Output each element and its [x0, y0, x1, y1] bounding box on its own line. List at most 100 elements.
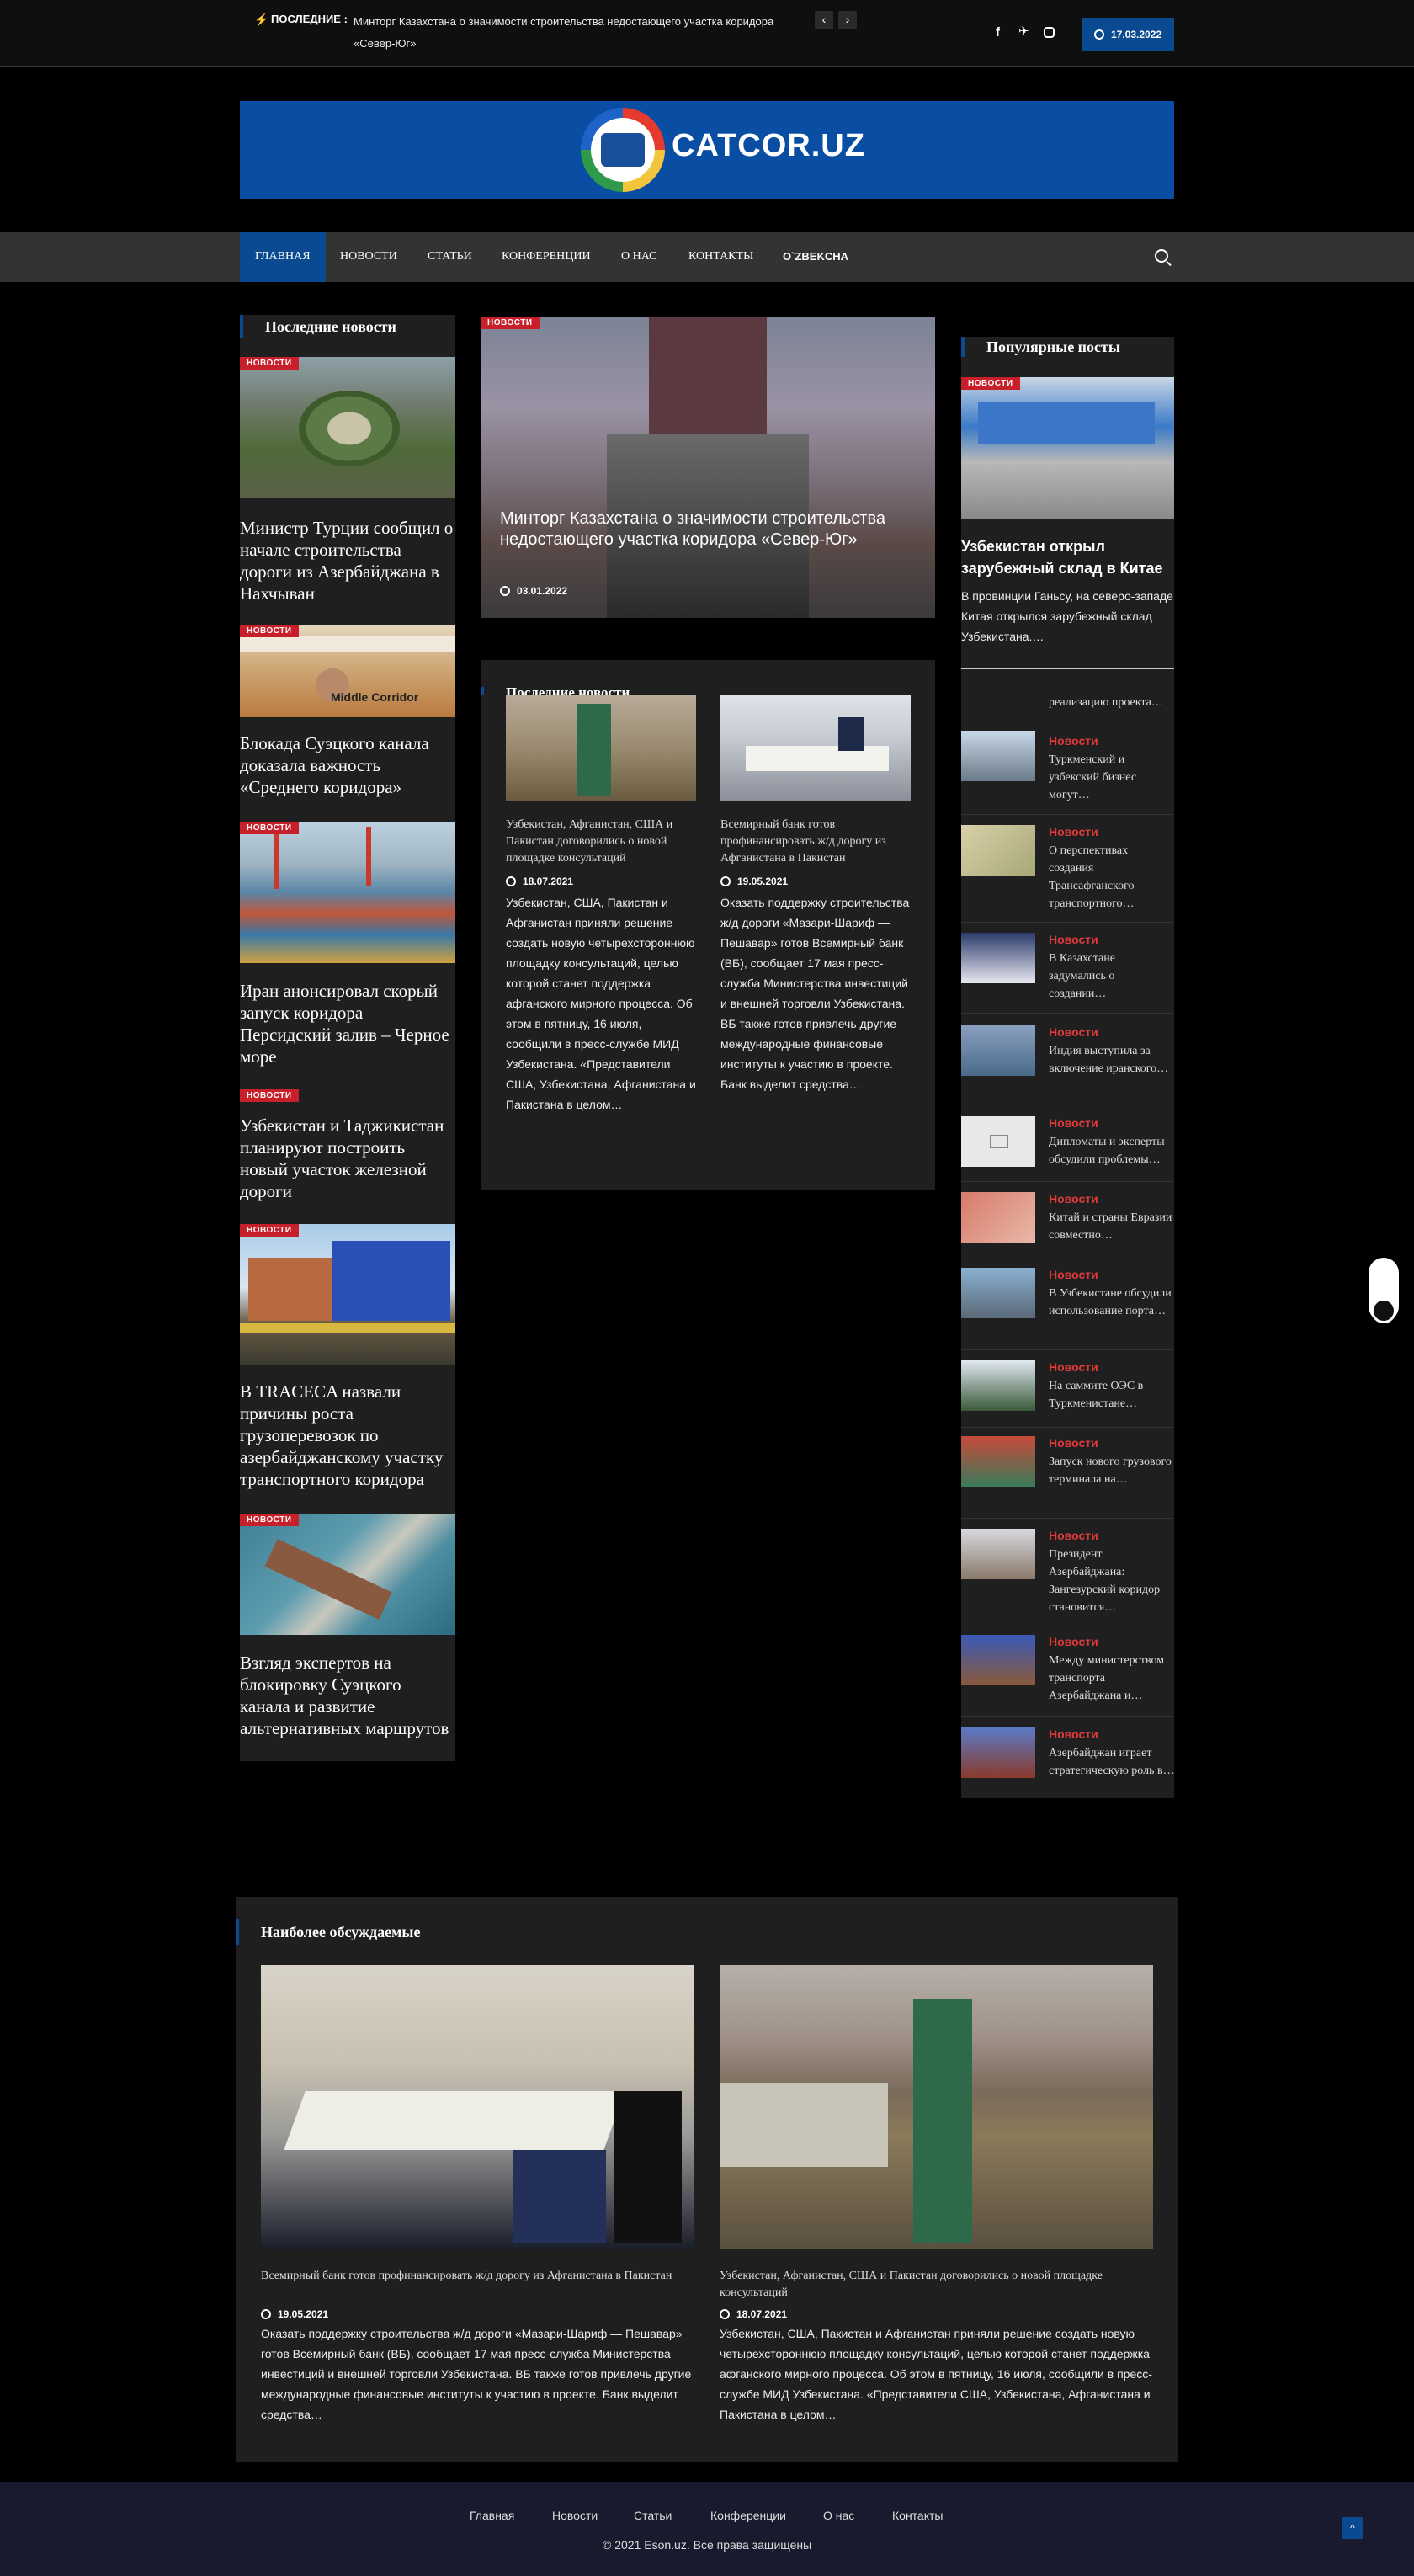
middle-news-title: Последние новости — [481, 687, 630, 695]
popular-item-4[interactable]: Индия выступила за включение иранского… — [1049, 1042, 1175, 1078]
popular-item-category[interactable]: Новости — [1049, 1116, 1098, 1130]
featured-date-text: 03.01.2022 — [517, 585, 568, 597]
popular-item-category[interactable]: Новости — [1049, 1192, 1098, 1206]
popular-item-category[interactable]: Новости — [1049, 734, 1098, 748]
featured-title[interactable]: Минторг Казахстана о значимости строител… — [500, 508, 921, 551]
popular-item-12[interactable]: Азербайджан играет стратегическую роль в… — [1049, 1744, 1175, 1795]
discussed-image-meeting[interactable] — [261, 1965, 694, 2249]
footer-link-conferences[interactable]: Конференции — [710, 2509, 786, 2522]
news-badge: НОВОСТИ — [240, 1224, 299, 1237]
search-icon[interactable] — [1155, 249, 1168, 263]
card-image-meeting[interactable] — [720, 695, 911, 801]
popular-item-6[interactable]: Китай и страны Евразии совместно… — [1049, 1209, 1175, 1244]
discussed-card-date-2: 18.07.2021 — [720, 2308, 787, 2320]
footer-link-articles[interactable]: Статьи — [634, 2509, 672, 2522]
back-to-top-button[interactable]: ^ — [1342, 2517, 1364, 2539]
footer-link-home[interactable]: Главная — [470, 2509, 514, 2522]
popular-thumb[interactable] — [961, 1529, 1035, 1579]
popular-item-7[interactable]: В Узбекистане обсудили использование пор… — [1049, 1285, 1175, 1320]
popular-badge: НОВОСТИ — [961, 377, 1020, 390]
popular-thumb[interactable] — [961, 1192, 1035, 1243]
nav-item-contacts[interactable]: Контакты — [673, 232, 768, 282]
container-shape — [248, 1258, 332, 1321]
nav-item-home[interactable]: Главная — [240, 232, 326, 282]
news-image-ship[interactable] — [240, 1514, 455, 1635]
bolt-icon: ⚡ — [254, 13, 269, 26]
news-badge: НОВОСТИ — [240, 822, 299, 834]
popular-item-category[interactable]: Новости — [1049, 1635, 1098, 1648]
popular-item-9[interactable]: Запуск нового грузового терминала на… — [1049, 1453, 1175, 1488]
latest-news-item-3[interactable]: Иран анонсировал скорый запуск коридора … — [240, 980, 455, 1067]
featured-image[interactable] — [481, 317, 935, 618]
popular-item-10[interactable]: Президент Азербайджана: Зангезурский кор… — [1049, 1546, 1175, 1616]
featured-badge: НОВОСТИ — [481, 317, 540, 329]
latest-news-item-1[interactable]: Министр Турции сообщил о начале строител… — [240, 517, 455, 604]
latest-news-item-6[interactable]: Взгляд экспертов на блокировку Суэцкого … — [240, 1652, 455, 1739]
nav-item-conferences[interactable]: Конференции — [486, 232, 606, 282]
news-image-conference[interactable]: Middle Corridor — [240, 625, 455, 717]
popular-thumb[interactable] — [961, 1635, 1035, 1685]
news-image-train[interactable] — [240, 1224, 455, 1365]
popular-item-5[interactable]: Дипломаты и эксперты обсудили проблемы… — [1049, 1133, 1175, 1168]
popular-item-category[interactable]: Новости — [1049, 1025, 1098, 1039]
popular-item-category[interactable]: Новости — [1049, 933, 1098, 946]
popular-main-image[interactable] — [961, 377, 1174, 519]
footer-link-news[interactable]: Новости — [552, 2509, 598, 2522]
middle-card-title-2[interactable]: Всемирный банк готов профинансировать ж/… — [720, 817, 911, 867]
popular-thumb[interactable] — [961, 1116, 1035, 1167]
date-button[interactable]: 17.03.2022 — [1082, 18, 1174, 51]
popular-item-2[interactable]: О перспективах создания Трансафганского … — [1049, 842, 1175, 913]
discussed-image-refugee[interactable] — [720, 1965, 1153, 2249]
wagon-shape — [240, 1323, 455, 1333]
middle-card-title-1[interactable]: Узбекистан, Афганистан, США и Пакистан д… — [506, 817, 696, 867]
news-image-port[interactable] — [240, 822, 455, 963]
popular-item-3[interactable]: В Казахстане задумались о создании… — [1049, 950, 1175, 1003]
popular-thumb[interactable] — [961, 731, 1035, 781]
scroll-icon[interactable] — [1371, 1298, 1396, 1323]
popular-main-title[interactable]: Узбекистан открыл зарубежный склад в Кит… — [961, 535, 1174, 579]
popular-thumb[interactable] — [961, 933, 1035, 983]
clock-icon — [261, 2309, 271, 2319]
nav-item-uzbek[interactable]: O`zbekcha — [768, 232, 864, 282]
ship-shape — [264, 1538, 392, 1621]
latest-news-item-5[interactable]: В TRACECA назвали причины роста грузопер… — [240, 1381, 455, 1490]
discussed-card-title-2[interactable]: Узбекистан, Афганистан, США и Пакистан д… — [720, 2268, 1153, 2302]
popular-item-category[interactable]: Новости — [1049, 1436, 1098, 1450]
latest-news-item-4[interactable]: Узбекистан и Таджикистан планируют постр… — [240, 1115, 455, 1202]
footer-link-about[interactable]: О нас — [823, 2509, 854, 2522]
popular-thumb[interactable] — [961, 1360, 1035, 1411]
popular-item-8[interactable]: На саммите ОЭС в Туркменистане… — [1049, 1377, 1175, 1413]
footer-link-contacts[interactable]: Контакты — [892, 2509, 943, 2522]
popular-item-category[interactable]: Новости — [1049, 1529, 1098, 1542]
ticker-link[interactable]: Минторг Казахстана о значимости строител… — [354, 11, 808, 55]
telegram-icon[interactable]: ✈ — [1018, 24, 1029, 39]
popular-thumb[interactable] — [961, 825, 1035, 876]
popular-thumb[interactable] — [961, 1436, 1035, 1487]
popular-item-category[interactable]: Новости — [1049, 1360, 1098, 1374]
logo-text[interactable]: CATCOR.UZ — [672, 128, 865, 164]
nav-item-articles[interactable]: Статьи — [412, 232, 487, 282]
instagram-icon[interactable] — [1044, 27, 1055, 38]
popular-thumb[interactable] — [961, 1268, 1035, 1318]
machine-shape — [649, 317, 767, 434]
ticker-next-button[interactable]: › — [838, 11, 857, 29]
image-caption: Middle Corridor — [331, 690, 419, 704]
nav-item-about[interactable]: О нас — [606, 232, 672, 282]
popular-item-category[interactable]: Новости — [1049, 1268, 1098, 1281]
news-image-stadium[interactable] — [240, 357, 455, 498]
latest-news-item-2[interactable]: Блокада Суэцкого канала доказала важност… — [240, 732, 455, 798]
popular-item-1[interactable]: Туркменский и узбекский бизнес могут… — [1049, 751, 1175, 804]
popular-item-11[interactable]: Между министерством транспорта Азербайдж… — [1049, 1652, 1175, 1705]
popular-thumb[interactable] — [961, 1727, 1035, 1778]
discussed-card-title-1[interactable]: Всемирный банк готов профинансировать ж/… — [261, 2268, 694, 2285]
popular-item-category[interactable]: Новости — [1049, 1727, 1098, 1741]
card-image-refugee[interactable] — [506, 695, 696, 801]
ticker-prev-button[interactable]: ‹ — [815, 11, 833, 29]
date-text: 18.07.2021 — [523, 876, 574, 887]
news-badge: НОВОСТИ — [240, 625, 299, 637]
facebook-icon[interactable]: f — [996, 25, 1000, 40]
popular-item-category[interactable]: Новости — [1049, 825, 1098, 838]
popular-thumb[interactable] — [961, 1025, 1035, 1076]
person-shape — [913, 1999, 972, 2243]
nav-item-news[interactable]: Новости — [325, 232, 412, 282]
